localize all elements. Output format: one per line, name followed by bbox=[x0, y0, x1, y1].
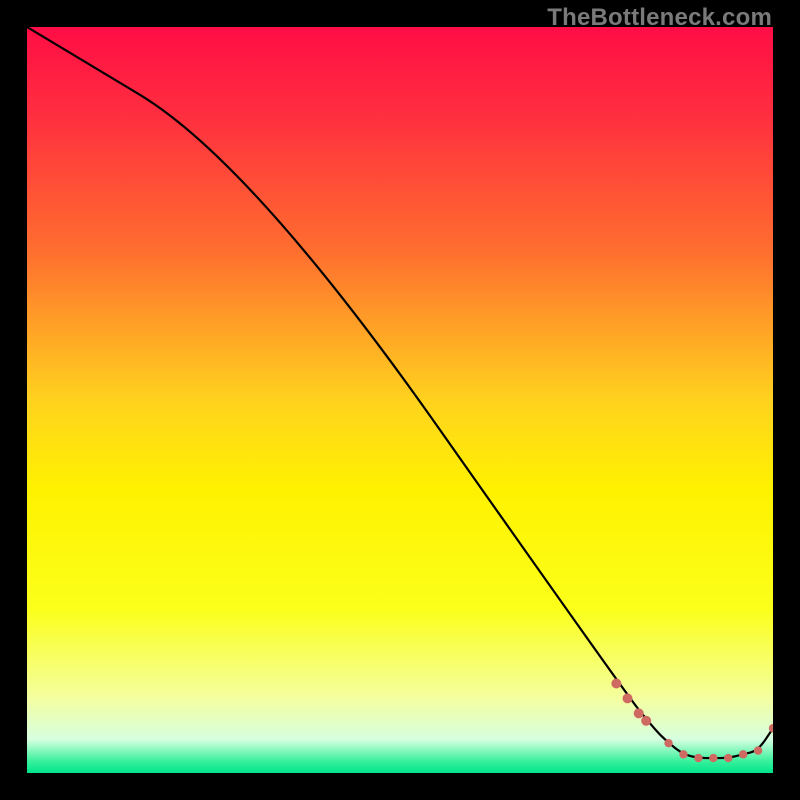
plot-area bbox=[27, 27, 773, 773]
data-point bbox=[694, 754, 702, 762]
data-point bbox=[739, 750, 747, 758]
data-point bbox=[679, 750, 687, 758]
data-point bbox=[709, 754, 717, 762]
data-point bbox=[664, 739, 672, 747]
data-point bbox=[623, 693, 633, 703]
data-point bbox=[641, 716, 651, 726]
chart-frame: TheBottleneck.com bbox=[0, 0, 800, 800]
data-point bbox=[754, 746, 762, 754]
gradient-background bbox=[27, 27, 773, 773]
data-point bbox=[611, 678, 621, 688]
chart-svg bbox=[27, 27, 773, 773]
data-point bbox=[634, 708, 644, 718]
data-point bbox=[724, 754, 732, 762]
